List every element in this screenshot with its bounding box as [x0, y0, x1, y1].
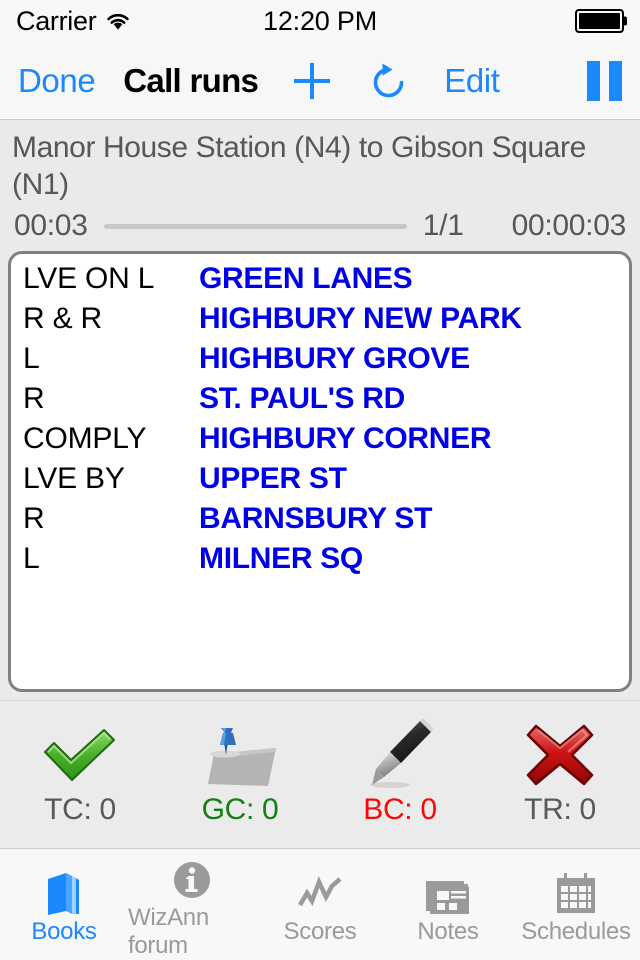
- battery-full-icon: [575, 9, 627, 33]
- counter-label: TC: 0: [44, 793, 116, 826]
- counter-pen[interactable]: BC: 0: [320, 701, 480, 848]
- tab-label: WizAnn forum: [128, 904, 209, 959]
- tab-notes[interactable]: Notes: [384, 849, 512, 960]
- pen-icon: [360, 718, 440, 791]
- call-street: HIGHBURY CORNER: [199, 422, 492, 456]
- progress-bar[interactable]: [88, 223, 423, 229]
- call-list[interactable]: LVE ON L GREEN LANES R & R HIGHBURY NEW PAR…: [8, 251, 632, 692]
- books-icon: [42, 867, 86, 917]
- call-instruction: R & R: [23, 302, 103, 336]
- pause-icon[interactable]: [587, 60, 622, 101]
- call-row[interactable]: L HIGHBURY GROVE: [11, 342, 629, 382]
- tab-wizann-forum[interactable]: WizAnn forum: [128, 849, 256, 960]
- page-indicator: 1/1: [422, 209, 464, 243]
- tab-books[interactable]: Books: [0, 849, 128, 960]
- app-root: Carrier 12:20 PM Done Call runs Edit Man…: [0, 0, 640, 960]
- page-title: Call runs: [123, 61, 259, 99]
- counter-toolbar: TC: 0 GC: 0 BC: 0 TR: 0: [0, 700, 640, 848]
- call-instruction: L: [23, 542, 40, 576]
- call-row[interactable]: LVE BY UPPER ST: [11, 462, 629, 502]
- tab-label: Books: [31, 918, 97, 945]
- call-instruction: L: [23, 342, 40, 376]
- refresh-clockwise-icon[interactable]: [366, 59, 410, 103]
- call-street: MILNER SQ: [199, 542, 363, 576]
- elapsed-time: 00:03: [14, 209, 88, 243]
- status-time: 12:20 PM: [263, 5, 377, 36]
- call-row[interactable]: LVE ON L GREEN LANES: [11, 262, 629, 302]
- call-list-shell: LVE ON L GREEN LANES R & R HIGHBURY NEW PAR…: [0, 251, 640, 700]
- info-icon: [170, 853, 214, 903]
- route-header: Manor House Station (N4) to Gibson Squar…: [0, 120, 640, 252]
- call-instruction: COMPLY: [23, 422, 147, 456]
- counter-label: BC: 0: [363, 793, 437, 826]
- call-row[interactable]: R ST. PAUL'S RD: [11, 382, 629, 422]
- call-instruction: LVE ON L: [23, 262, 155, 296]
- calendar-icon: [553, 867, 599, 917]
- counter-label: TR: 0: [524, 793, 596, 826]
- call-street: HIGHBURY GROVE: [199, 342, 470, 376]
- total-time: 00:00:03: [511, 209, 627, 243]
- edit-button[interactable]: Edit: [444, 62, 500, 100]
- call-instruction: R: [23, 502, 45, 536]
- tab-schedules[interactable]: Schedules: [512, 849, 640, 960]
- tab-scores[interactable]: Scores: [256, 849, 384, 960]
- counter-label: GC: 0: [201, 793, 279, 826]
- pushpin-paper-icon: [194, 719, 286, 791]
- status-bar: Carrier 12:20 PM: [0, 0, 640, 42]
- call-street: GREEN LANES: [199, 262, 413, 296]
- call-row[interactable]: L MILNER SQ: [11, 542, 629, 582]
- red-cross-icon: [522, 719, 598, 791]
- done-button[interactable]: Done: [18, 62, 96, 100]
- route-meta-row: 00:03 1/1 00:00:03: [8, 203, 632, 251]
- tab-label: Schedules: [521, 918, 631, 945]
- plus-icon[interactable]: [290, 59, 334, 103]
- notes-icon: [424, 867, 472, 917]
- call-instruction: LVE BY: [23, 462, 125, 496]
- call-row[interactable]: COMPLY HIGHBURY CORNER: [11, 422, 629, 462]
- call-row[interactable]: R BARNSBURY ST: [11, 502, 629, 542]
- tab-bar: Books WizAnn forum Scores Notes Schedules: [0, 848, 640, 960]
- call-row[interactable]: R & R HIGHBURY NEW PARK: [11, 302, 629, 342]
- call-instruction: R: [23, 382, 45, 416]
- call-street: BARNSBURY ST: [199, 502, 433, 536]
- route-title: Manor House Station (N4) to Gibson Squar…: [12, 131, 586, 201]
- counter-red-cross[interactable]: TR: 0: [480, 701, 640, 848]
- chart-line-icon: [296, 867, 344, 917]
- green-check-icon: [40, 719, 120, 791]
- counter-green-check[interactable]: TC: 0: [0, 701, 160, 848]
- navigation-bar: Done Call runs Edit: [0, 42, 640, 120]
- call-street: HIGHBURY NEW PARK: [199, 302, 522, 336]
- counter-pushpin-paper[interactable]: GC: 0: [160, 701, 320, 848]
- tab-label: Scores: [283, 918, 357, 945]
- call-street: ST. PAUL'S RD: [199, 382, 406, 416]
- status-bar-right: [575, 9, 627, 33]
- call-street: UPPER ST: [199, 462, 347, 496]
- tab-label: Notes: [417, 918, 479, 945]
